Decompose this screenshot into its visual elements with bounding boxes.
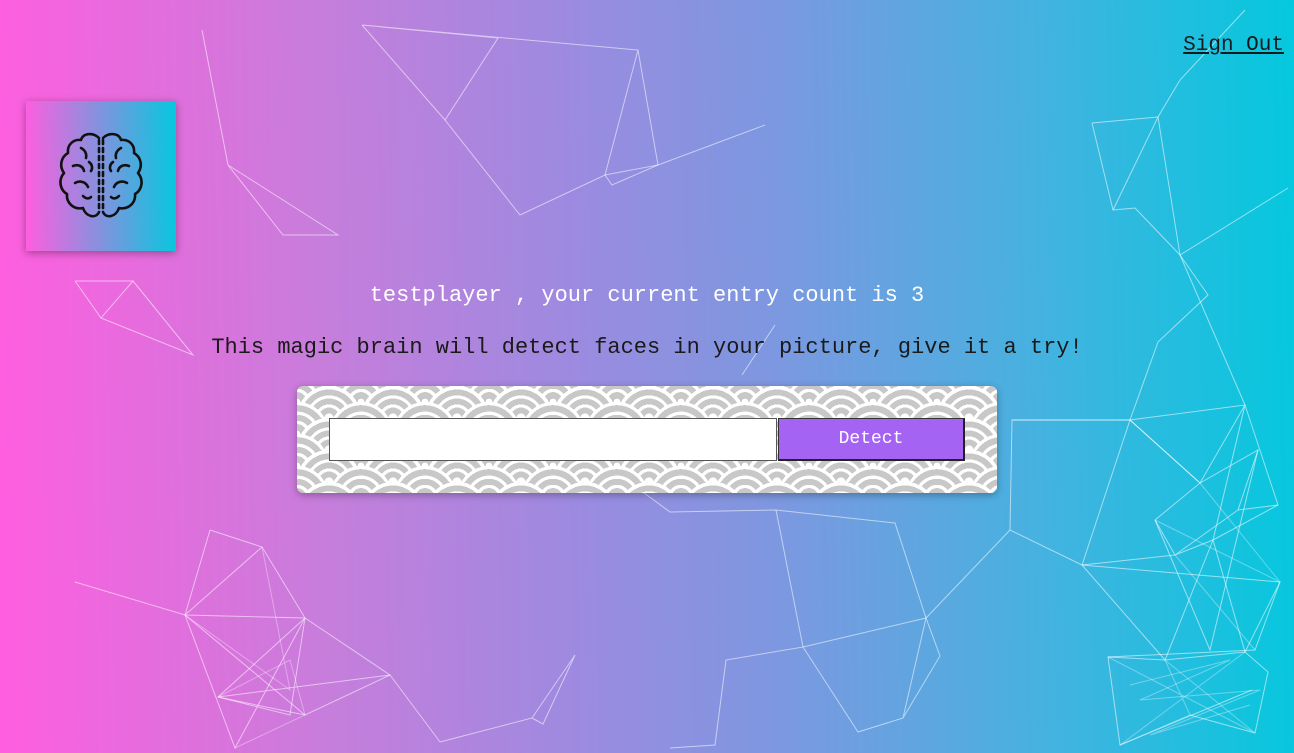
tagline: This magic brain will detect faces in yo…: [211, 335, 1083, 360]
sign-out-link[interactable]: Sign Out: [1183, 34, 1284, 57]
image-url-input[interactable]: [329, 418, 777, 461]
entry-count-label: , your current entry count is: [501, 283, 912, 308]
detect-button[interactable]: Detect: [778, 418, 965, 461]
logo[interactable]: [26, 101, 176, 251]
brain-icon: [59, 132, 143, 218]
entry-count-message: testplayer , your current entry count is…: [0, 283, 1294, 308]
user-name: testplayer: [369, 283, 502, 308]
image-link-form: Detect: [297, 386, 997, 493]
entry-count: 3: [911, 283, 925, 308]
particles-background: [74, 9, 1289, 750]
